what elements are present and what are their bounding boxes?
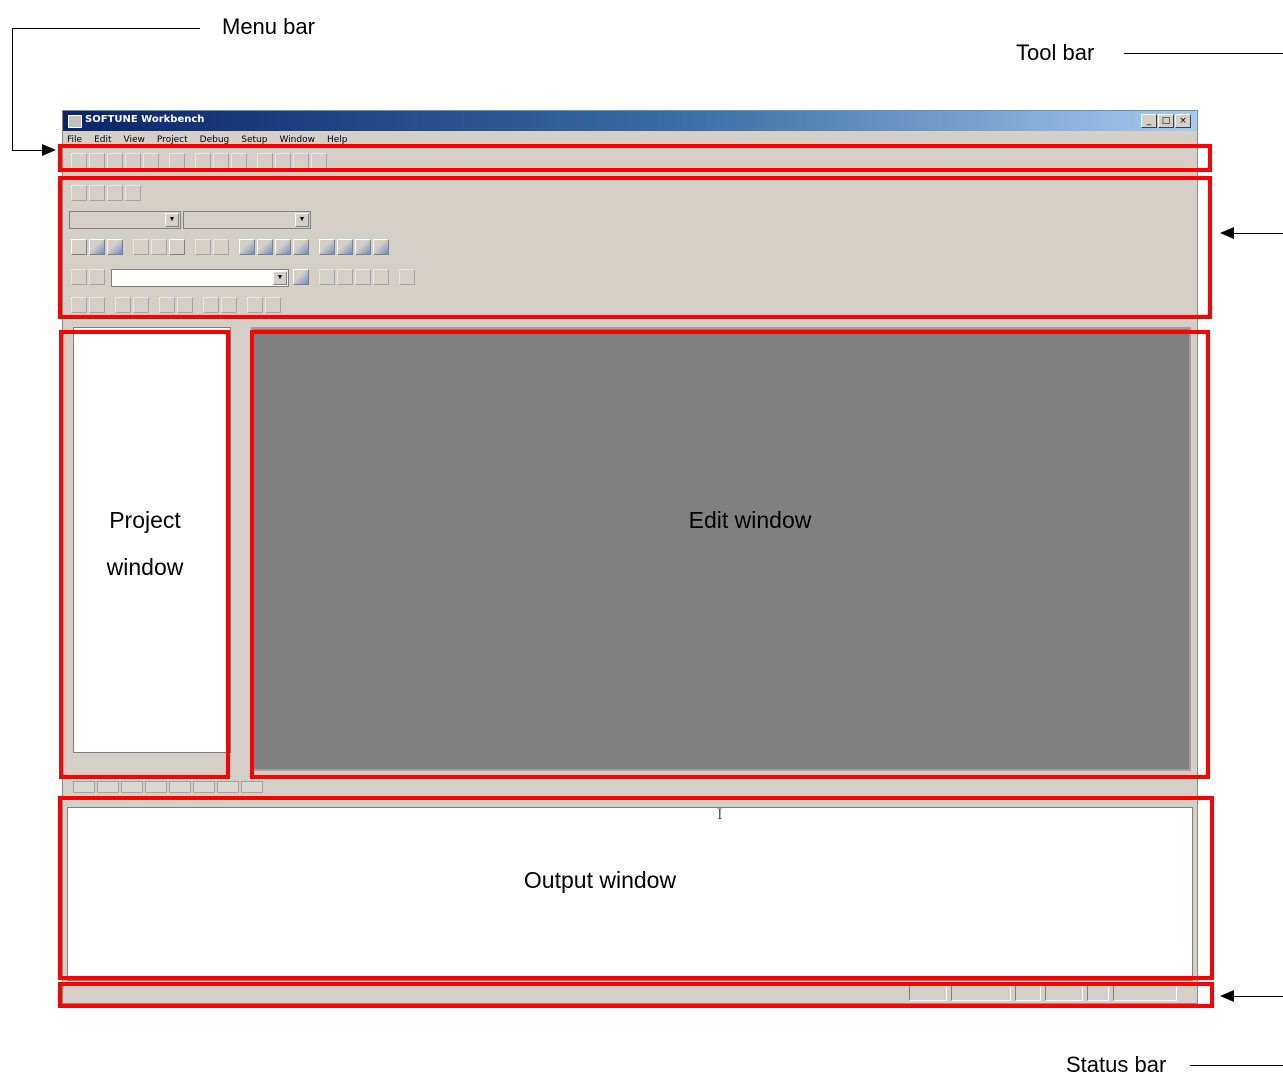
status-bar-leader <box>1190 1065 1283 1066</box>
maximize-button[interactable]: □ <box>1158 114 1174 128</box>
menu-bar-highlight <box>58 144 1212 172</box>
status-bar-highlight <box>58 982 1214 1008</box>
menu-bar-leader-bottom <box>12 150 42 151</box>
tool-bar-arrow-icon <box>1220 227 1234 239</box>
tool-bar-highlight <box>58 176 1212 319</box>
tool-bar-callout: Tool bar <box>1016 40 1095 65</box>
project-tabs <box>73 781 263 793</box>
project-tab[interactable] <box>73 781 95 793</box>
project-tab[interactable] <box>193 781 215 793</box>
title-bar[interactable]: SOFTUNE Workbench _ □ × <box>63 111 1197 131</box>
edit-window-label: Edit window <box>688 507 812 533</box>
menu-bar-leader-vertical <box>12 28 13 150</box>
status-bar-arrow-icon <box>1220 990 1234 1002</box>
project-window-label-line1: Project <box>109 507 181 533</box>
window-title: SOFTUNE Workbench <box>85 114 205 125</box>
edit-window-highlight <box>250 330 1210 779</box>
project-window-label-line2: window <box>106 554 184 580</box>
status-bar-arrow-line <box>1234 996 1283 997</box>
output-window-label: Output window <box>523 867 677 893</box>
project-tab[interactable] <box>121 781 143 793</box>
menu-bar-leader-top <box>12 28 200 29</box>
close-button[interactable]: × <box>1175 114 1191 128</box>
menu-bar-callout: Menu bar <box>222 14 315 39</box>
project-tab[interactable] <box>97 781 119 793</box>
tool-bar-arrow-line <box>1234 233 1283 234</box>
project-tab[interactable] <box>169 781 191 793</box>
project-tab[interactable] <box>145 781 167 793</box>
project-tab[interactable] <box>217 781 239 793</box>
status-bar-callout: Status bar <box>1066 1052 1167 1077</box>
tool-bar-leader <box>1124 53 1283 54</box>
minimize-button[interactable]: _ <box>1141 114 1157 128</box>
project-tab[interactable] <box>241 781 263 793</box>
project-window-label: Project window <box>60 497 230 591</box>
app-icon <box>68 115 82 128</box>
caption-buttons: _ □ × <box>1141 114 1191 128</box>
menu-bar-arrow-icon <box>42 144 56 156</box>
